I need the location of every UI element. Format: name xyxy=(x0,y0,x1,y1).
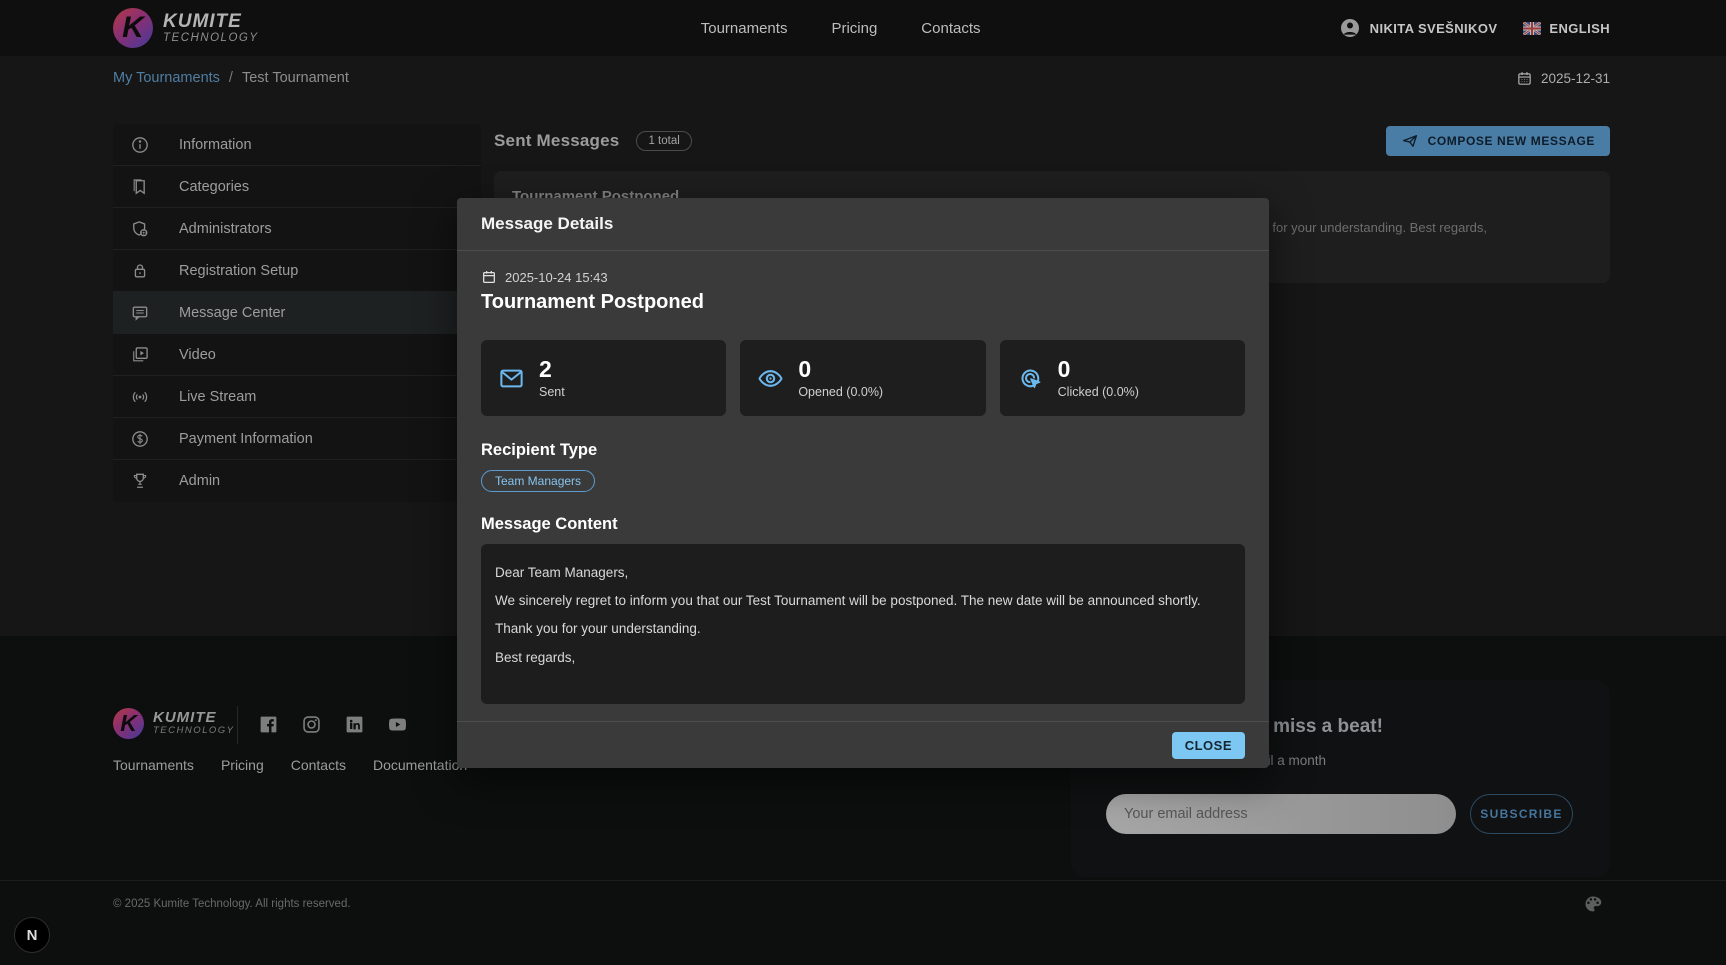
message-content-heading: Message Content xyxy=(481,515,618,534)
message-paragraph: Best regards, xyxy=(495,651,1231,665)
message-title: Tournament Postponed xyxy=(481,291,704,314)
nextjs-dev-badge[interactable]: N xyxy=(14,917,50,953)
message-details-modal: Message Details 2025-10-24 15:43 Tournam… xyxy=(457,198,1269,768)
stat-card-sent: 2 Sent xyxy=(481,340,726,416)
modal-header: Message Details xyxy=(457,198,1269,251)
message-paragraph: Dear Team Managers, xyxy=(495,566,1231,580)
stat-text: 0 Clicked (0.0%) xyxy=(1058,357,1139,399)
message-paragraph: We sincerely regret to inform you that o… xyxy=(495,594,1231,608)
stat-text: 2 Sent xyxy=(539,357,565,399)
eye-icon xyxy=(757,365,784,392)
message-content-box: Dear Team Managers, We sincerely regret … xyxy=(481,544,1245,704)
recipient-type-heading: Recipient Type xyxy=(481,441,597,460)
click-icon xyxy=(1017,365,1044,392)
modal-footer: CLOSE xyxy=(457,721,1269,768)
message-datetime: 2025-10-24 15:43 xyxy=(481,269,608,285)
stat-text: 0 Opened (0.0%) xyxy=(798,357,883,399)
recipient-chip-team-managers: Team Managers xyxy=(481,470,595,492)
stat-label-opened: Opened (0.0%) xyxy=(798,385,883,399)
close-button[interactable]: CLOSE xyxy=(1172,732,1245,759)
message-paragraph: Thank you for your understanding. xyxy=(495,622,1231,636)
message-datetime-value: 2025-10-24 15:43 xyxy=(505,270,608,285)
mail-icon xyxy=(498,365,525,392)
modal-title: Message Details xyxy=(481,214,613,234)
stat-card-opened: 0 Opened (0.0%) xyxy=(740,340,985,416)
message-stats: 2 Sent 0 Opened (0.0%) 0 Clicked (0.0% xyxy=(481,340,1245,416)
stat-value-sent: 2 xyxy=(539,357,565,382)
stat-value-clicked: 0 xyxy=(1058,357,1139,382)
stat-label-sent: Sent xyxy=(539,385,565,399)
stat-value-opened: 0 xyxy=(798,357,883,382)
app: K KUMITE TECHNOLOGY Tournaments Pricing … xyxy=(0,0,1726,965)
stat-label-clicked: Clicked (0.0%) xyxy=(1058,385,1139,399)
calendar-icon xyxy=(481,269,497,285)
stat-card-clicked: 0 Clicked (0.0%) xyxy=(1000,340,1245,416)
